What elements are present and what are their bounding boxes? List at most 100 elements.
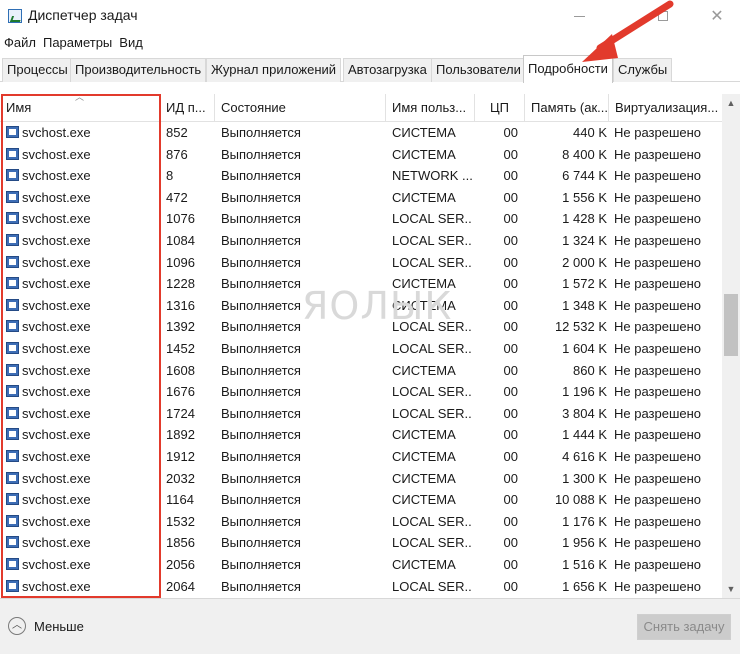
tab-processes[interactable]: Процессы [2, 58, 73, 82]
column-header-name[interactable]: ︿ Имя [0, 94, 160, 122]
menu-view[interactable]: Вид [115, 32, 146, 54]
virtualization-cell: Не разрешено [614, 341, 702, 356]
status-cell: Выполняется [221, 405, 301, 421]
table-row[interactable]: svchost.exe 1856 Выполняется LOCAL SER... 00… [0, 532, 722, 554]
tab-app-history[interactable]: Журнал приложений [206, 58, 342, 82]
menu-file[interactable]: Файл [0, 32, 39, 54]
close-icon: ✕ [710, 8, 724, 25]
status-cell: Выполняется [221, 427, 301, 443]
table-row[interactable]: svchost.exe 852 Выполняется СИСТЕМА 00 440 K Н… [0, 122, 722, 144]
memory-cell: 1 556 K [562, 189, 607, 205]
cpu-cell: 00 [503, 492, 518, 508]
virtualization-cell: Не разрешено [614, 557, 702, 572]
memory-cell: 1 428 K [562, 211, 607, 227]
memory-cell: 3 804 K [562, 405, 607, 421]
table-row[interactable]: svchost.exe 2056 Выполняется СИСТЕМА 00 1 516… [0, 554, 722, 576]
memory-cell: 1 196 K [562, 384, 607, 400]
table-row[interactable]: svchost.exe 2032 Выполняется СИСТЕМА 00 1 300… [0, 468, 722, 490]
cpu-cell: 00 [503, 276, 518, 292]
table-row[interactable]: svchost.exe 1532 Выполняется LOCAL SER... 00… [0, 511, 722, 533]
user-cell: СИСТЕМА [392, 125, 456, 140]
process-icon [6, 298, 19, 311]
table-row[interactable]: svchost.exe 472 Выполняется СИСТЕМА 00 1 556 … [0, 187, 722, 209]
task-manager-icon [8, 9, 22, 23]
user-cell: LOCAL SER... [392, 254, 472, 270]
close-button[interactable]: ✕ [694, 0, 740, 32]
cpu-cell: 00 [503, 254, 518, 270]
memory-cell: 1 956 K [562, 535, 607, 551]
table-row[interactable]: svchost.exe 1892 Выполняется СИСТЕМА 00 1 444… [0, 424, 722, 446]
table-row[interactable]: svchost.exe 1608 Выполняется СИСТЕМА 00 860 K… [0, 360, 722, 382]
pid-cell: 1164 [166, 492, 194, 508]
status-cell: Выполняется [221, 492, 301, 508]
process-name-cell: svchost.exe [22, 168, 91, 184]
table-row[interactable]: svchost.exe 1912 Выполняется СИСТЕМА 00 4 616… [0, 446, 722, 468]
column-header-status[interactable]: Состояние [215, 94, 386, 122]
process-name-cell: svchost.exe [22, 470, 91, 486]
pid-cell: 1856 [166, 535, 195, 551]
process-icon [6, 385, 19, 398]
pid-cell: 1452 [166, 341, 195, 356]
end-task-button[interactable]: Снять задачу [637, 614, 731, 640]
column-header-memory[interactable]: Память (ак... [525, 94, 609, 122]
memory-cell: 10 088 K [554, 492, 607, 508]
virtualization-cell: Не разрешено [614, 233, 702, 248]
virtualization-cell: Не разрешено [614, 492, 702, 508]
status-cell: Выполняется [221, 254, 301, 270]
tab-users[interactable]: Пользователи [431, 58, 526, 82]
status-cell: Выполняется [221, 341, 301, 356]
pid-cell: 8 [166, 168, 174, 184]
status-cell: Выполняется [221, 189, 301, 205]
table-row[interactable]: svchost.exe 1084 Выполняется LOCAL SER... 00… [0, 230, 722, 252]
process-name-cell: svchost.exe [22, 211, 91, 227]
pid-cell: 1608 [166, 362, 195, 378]
user-cell: СИСТЕМА [392, 557, 456, 572]
process-icon [6, 320, 19, 333]
vertical-scrollbar[interactable]: ▲ ▼ [722, 94, 740, 598]
pid-cell: 1724 [166, 405, 195, 421]
table-row[interactable]: svchost.exe 1076 Выполняется LOCAL SER... 00… [0, 208, 722, 230]
scroll-up-icon[interactable]: ▲ [722, 94, 740, 112]
column-header-cpu[interactable]: ЦП [475, 94, 525, 122]
virtualization-cell: Не разрешено [614, 427, 702, 443]
column-header-virtualization[interactable]: Виртуализация... [609, 94, 722, 122]
tab-startup[interactable]: Автозагрузка [343, 58, 432, 82]
virtualization-cell: Не разрешено [614, 276, 702, 292]
virtualization-cell: Не разрешено [614, 189, 702, 205]
process-name-cell: svchost.exe [22, 341, 91, 356]
table-row[interactable]: svchost.exe 1676 Выполняется LOCAL SER... 00… [0, 381, 722, 403]
scroll-down-icon[interactable]: ▼ [722, 580, 740, 598]
table-row[interactable]: svchost.exe 1164 Выполняется СИСТЕМА 00 10 08… [0, 489, 722, 511]
virtualization-cell: Не разрешено [614, 535, 702, 551]
table-row[interactable]: svchost.exe 2064 Выполняется LOCAL SER... 00… [0, 576, 722, 598]
pid-cell: 2032 [166, 470, 195, 486]
column-header-user[interactable]: Имя польз... [386, 94, 475, 122]
menu-options[interactable]: Параметры [39, 32, 115, 54]
table-row[interactable]: svchost.exe 1096 Выполняется LOCAL SER... 00… [0, 252, 722, 274]
status-cell: Выполняется [221, 211, 301, 227]
virtualization-cell: Не разрешено [614, 297, 702, 313]
table-row[interactable]: svchost.exe 1724 Выполняется LOCAL SER... 00… [0, 403, 722, 425]
process-icon [6, 536, 19, 549]
user-cell: LOCAL SER... [392, 211, 472, 227]
table-row[interactable]: svchost.exe 8 Выполняется NETWORK ... 00 6 74… [0, 165, 722, 187]
process-icon [6, 514, 19, 527]
table-row[interactable]: svchost.exe 876 Выполняется СИСТЕМА 00 8 400 … [0, 144, 722, 166]
virtualization-cell: Не разрешено [614, 168, 702, 184]
memory-cell: 1 324 K [562, 233, 607, 248]
memory-cell: 860 K [573, 362, 607, 378]
cpu-cell: 00 [503, 233, 518, 248]
user-cell: LOCAL SER... [392, 233, 472, 248]
cpu-cell: 00 [503, 341, 518, 356]
pid-cell: 852 [166, 125, 188, 140]
user-cell: LOCAL SER... [392, 513, 472, 529]
scroll-thumb[interactable] [724, 294, 738, 356]
fewer-details-button[interactable]: ︿ Меньше [8, 615, 84, 637]
cpu-cell: 00 [503, 189, 518, 205]
process-name-cell: svchost.exe [22, 125, 91, 140]
column-header-pid[interactable]: ИД п... [160, 94, 215, 122]
cpu-cell: 00 [503, 578, 518, 594]
tab-performance[interactable]: Производительность [70, 58, 207, 82]
process-name-cell: svchost.exe [22, 513, 91, 529]
table-row[interactable]: svchost.exe 1452 Выполняется LOCAL SER... 00… [0, 338, 722, 360]
